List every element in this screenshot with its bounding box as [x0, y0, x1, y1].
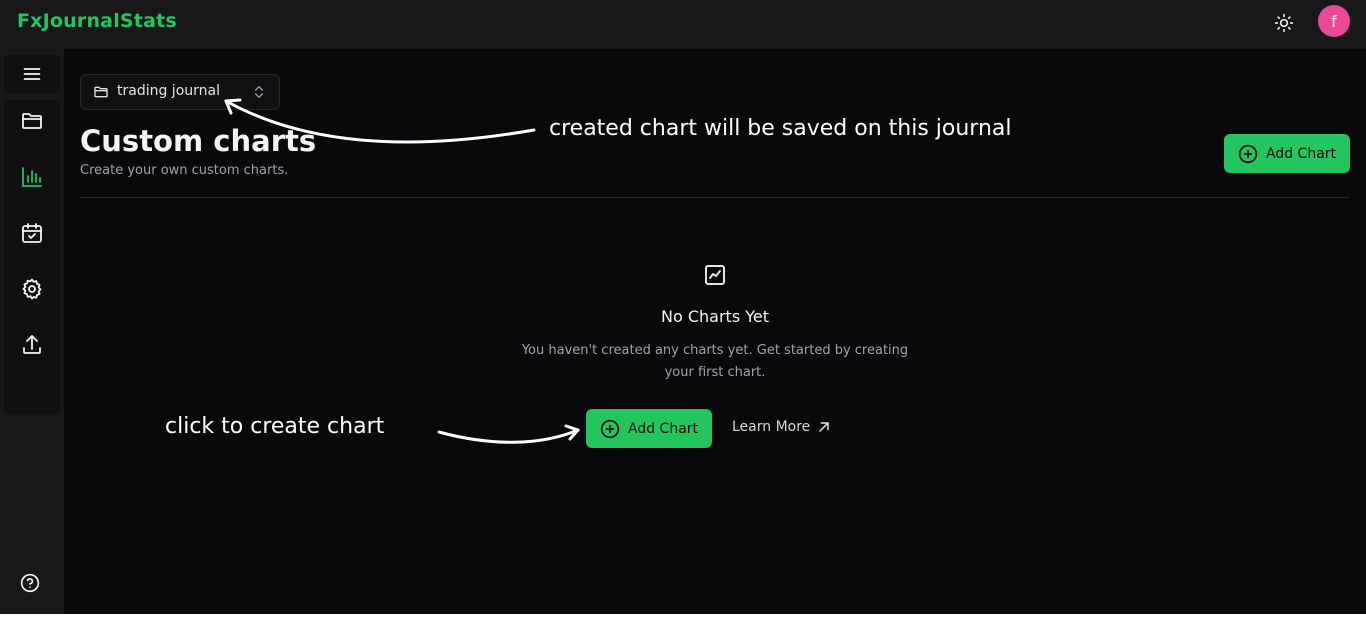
app-root: FxJournalStats f trading journal Custom …: [0, 0, 1366, 614]
annotation-arrow-bottom: [437, 424, 580, 444]
annotation-arrow-top: [224, 98, 536, 144]
annotation-arrows: [224, 98, 580, 444]
